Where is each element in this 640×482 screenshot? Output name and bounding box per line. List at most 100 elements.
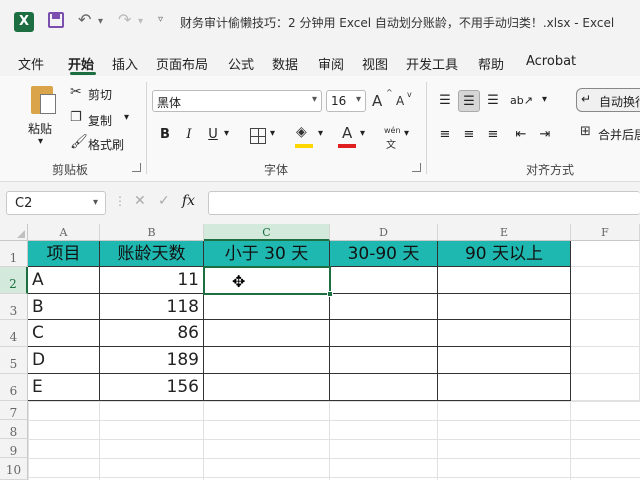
increase-indent-icon[interactable]: ⇥ [534, 124, 556, 146]
table-cell[interactable] [571, 347, 640, 374]
row-header-6[interactable]: 6 [0, 374, 28, 401]
table-cell[interactable] [330, 320, 438, 347]
table-cell[interactable] [571, 267, 640, 294]
empty-cells-area[interactable] [28, 401, 640, 480]
table-header-cell[interactable]: 账龄天数 [100, 241, 204, 267]
font-size-combo[interactable]: 16 ▾ [326, 90, 366, 112]
fill-color-icon[interactable]: ◈ [296, 124, 307, 140]
row-header-7[interactable]: 7 [0, 401, 28, 420]
align-right-icon[interactable]: ≡ [482, 124, 504, 146]
tab-file[interactable]: 文件 [18, 54, 44, 73]
table-cell[interactable] [204, 294, 330, 320]
save-icon[interactable] [48, 12, 64, 28]
shrink-font-icon[interactable]: A [396, 94, 404, 108]
table-header-cell[interactable]: 90 天以上 [438, 241, 571, 267]
row-header-9[interactable]: 9 [0, 439, 28, 458]
table-cell[interactable]: D [28, 347, 100, 374]
fill-handle[interactable] [327, 291, 333, 297]
table-cell[interactable] [438, 320, 571, 347]
tab-home[interactable]: 开始 [68, 54, 94, 73]
paste-button[interactable]: 粘贴 [28, 120, 52, 137]
table-cell[interactable]: A [28, 267, 100, 294]
align-left-icon[interactable]: ≡ [434, 124, 456, 146]
tab-data[interactable]: 数据 [272, 54, 298, 73]
tab-view[interactable]: 视图 [362, 54, 388, 73]
chevron-down-icon[interactable]: ▾ [312, 94, 317, 105]
table-cell[interactable] [571, 374, 640, 401]
row-header-1[interactable]: 1 [0, 241, 28, 267]
format-painter-button[interactable]: 格式刷 [88, 136, 124, 153]
paste-dropdown-icon[interactable]: ▾ [38, 136, 43, 147]
tab-developer[interactable]: 开发工具 [406, 54, 458, 73]
row-header-8[interactable]: 8 [0, 420, 28, 439]
orientation-dropdown-icon[interactable]: ▾ [542, 94, 547, 105]
cut-icon[interactable]: ✂ [70, 84, 82, 100]
borders-dropdown-icon[interactable]: ▾ [270, 128, 275, 139]
cancel-icon[interactable]: ✕ [134, 193, 146, 209]
table-cell[interactable] [204, 347, 330, 374]
table-cell[interactable]: 86 [100, 320, 204, 347]
table-cell[interactable]: 156 [100, 374, 204, 401]
font-launcher-icon[interactable] [412, 163, 421, 172]
row-header-4[interactable]: 4 [0, 320, 28, 347]
align-middle-icon[interactable]: ☰ [458, 90, 480, 112]
table-cell[interactable] [438, 347, 571, 374]
enter-icon[interactable]: ✓ [158, 193, 170, 209]
insert-function-icon[interactable]: fx [182, 193, 195, 209]
table-cell[interactable] [438, 374, 571, 401]
table-cell[interactable] [571, 294, 640, 320]
table-cell[interactable] [330, 374, 438, 401]
table-cell[interactable] [438, 267, 571, 294]
merge-center-icon[interactable]: ⊞ [580, 124, 591, 139]
table-cell[interactable] [571, 320, 640, 347]
tab-insert[interactable]: 插入 [112, 54, 138, 73]
tab-help[interactable]: 帮助 [478, 54, 504, 73]
table-cell[interactable] [204, 374, 330, 401]
clipboard-launcher-icon[interactable] [132, 163, 141, 172]
tab-formulas[interactable]: 公式 [228, 54, 254, 73]
format-painter-icon[interactable]: 🖌 [70, 134, 88, 150]
font-color-icon[interactable]: A [342, 124, 352, 142]
decrease-indent-icon[interactable]: ⇤ [510, 124, 532, 146]
table-header-cell[interactable]: 小于 30 天 [204, 241, 330, 267]
borders-icon[interactable] [250, 128, 266, 144]
table-cell[interactable] [330, 294, 438, 320]
wrap-text-button[interactable]: ↵ 自动换行 [576, 88, 640, 112]
select-all-button[interactable] [0, 224, 28, 241]
phonetic-dropdown-icon[interactable]: ▾ [404, 128, 409, 139]
align-top-icon[interactable]: ☰ [434, 90, 456, 112]
table-cell[interactable]: E [28, 374, 100, 401]
chevron-down-icon[interactable]: ▾ [356, 94, 361, 105]
more-options-icon[interactable]: ⋮ [114, 194, 126, 208]
fill-color-dropdown-icon[interactable]: ▾ [318, 128, 323, 139]
table-cell[interactable] [330, 267, 438, 294]
tab-page-layout[interactable]: 页面布局 [156, 54, 208, 73]
row-header-3[interactable]: 3 [0, 294, 28, 320]
column-header-c[interactable]: C [204, 224, 330, 241]
column-header-a[interactable]: A [28, 224, 100, 241]
copy-icon[interactable]: ❐ [70, 110, 82, 125]
column-header-b[interactable]: B [100, 224, 204, 241]
table-header-cell[interactable]: 30-90 天 [330, 241, 438, 267]
italic-button[interactable]: I [178, 124, 200, 146]
table-cell[interactable] [438, 294, 571, 320]
redo-dropdown-icon[interactable]: ▾ [138, 16, 143, 27]
table-header-cell[interactable]: 项目 [28, 241, 100, 267]
chevron-down-icon[interactable]: ▾ [93, 197, 98, 208]
table-cell[interactable]: 189 [100, 347, 204, 374]
column-header-d[interactable]: D [330, 224, 438, 241]
table-cell[interactable] [330, 347, 438, 374]
undo-dropdown-icon[interactable]: ▾ [98, 16, 103, 27]
align-bottom-icon[interactable]: ☰ [482, 90, 504, 112]
row-header-10[interactable]: 10 [0, 458, 28, 480]
undo-icon[interactable]: ↶ [78, 10, 91, 29]
column-header-e[interactable]: E [438, 224, 571, 241]
underline-dropdown-icon[interactable]: ▾ [224, 128, 229, 139]
copy-dropdown-icon[interactable]: ▾ [124, 112, 129, 123]
name-box[interactable]: C2 ▾ [6, 191, 106, 215]
orientation-icon[interactable]: ab↗ [510, 90, 533, 112]
merge-center-button[interactable]: 合并后居中 [598, 126, 640, 143]
tab-acrobat[interactable]: Acrobat [526, 54, 576, 69]
table-cell[interactable]: C [28, 320, 100, 347]
table-cell[interactable]: B [28, 294, 100, 320]
